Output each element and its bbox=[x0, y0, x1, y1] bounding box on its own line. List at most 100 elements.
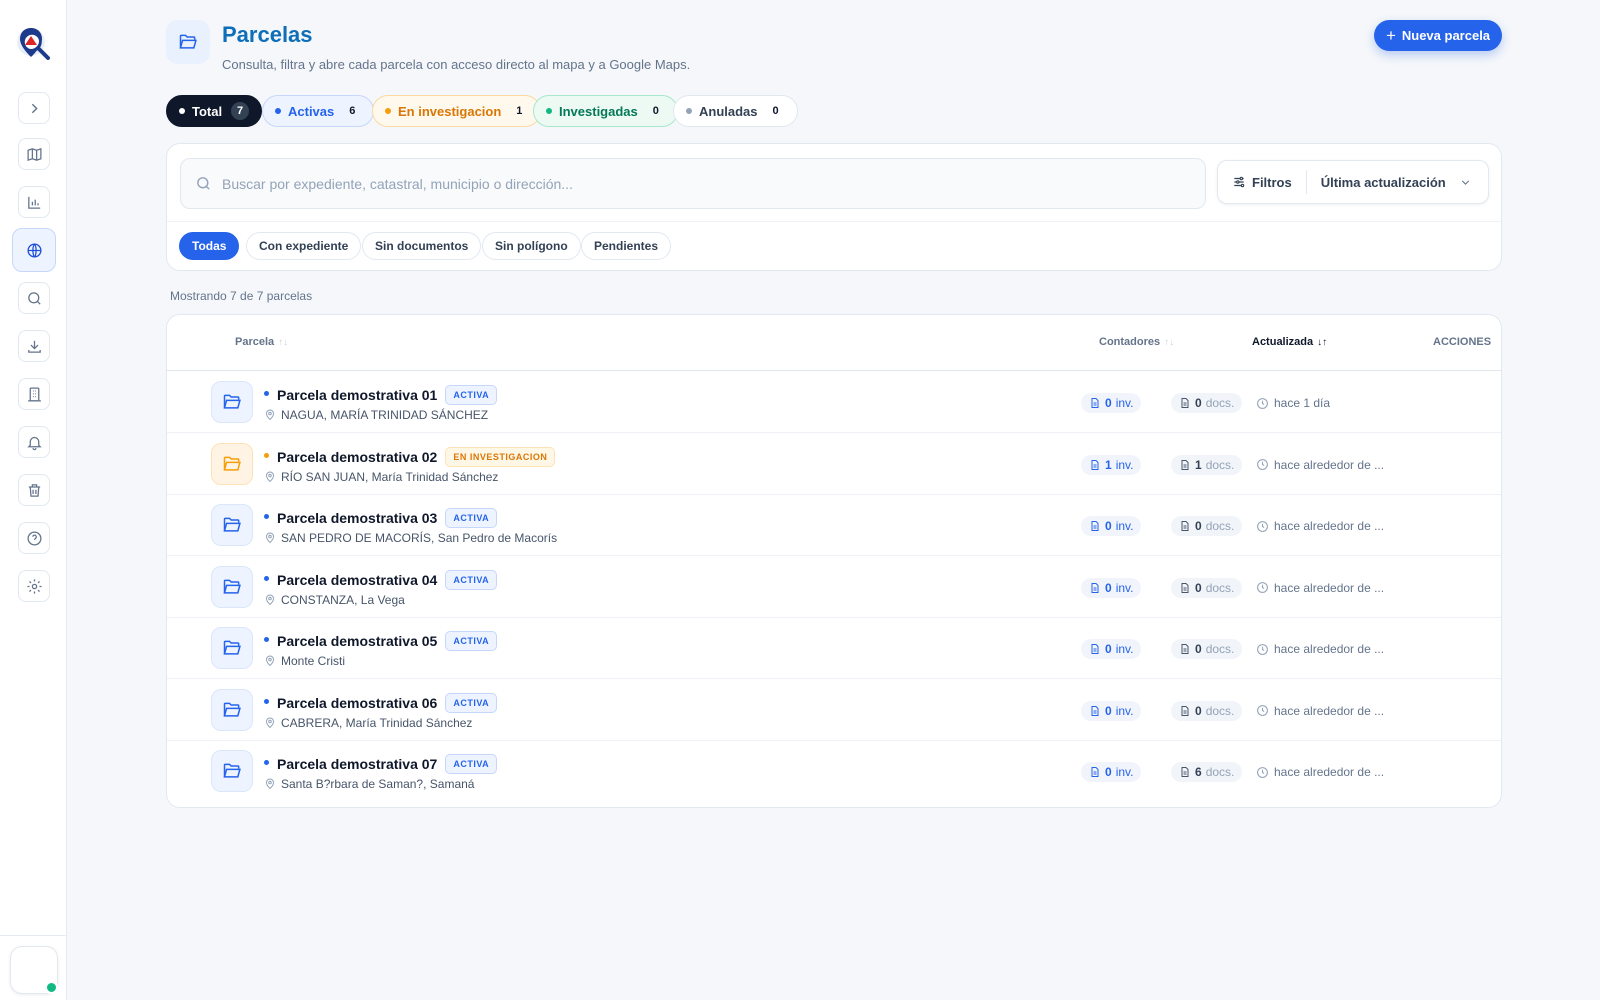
parcel-name[interactable]: Parcela demostrativa 01 bbox=[277, 387, 437, 403]
sidebar-item-buildings[interactable] bbox=[18, 378, 50, 410]
parcel-name[interactable]: Parcela demostrativa 02 bbox=[277, 449, 437, 465]
table-row[interactable]: Parcela demostrativa 06 ACTIVA CABRERA, … bbox=[167, 679, 1501, 741]
new-parcel-button[interactable]: + Nueva parcela bbox=[1374, 20, 1502, 51]
sidebar-expand-button[interactable] bbox=[18, 92, 50, 124]
file-icon bbox=[1091, 644, 1099, 654]
updated-time: hace alrededor de ... bbox=[1256, 519, 1384, 533]
parcel-name-line: Parcela demostrativa 04 ACTIVA bbox=[277, 569, 498, 590]
status-badge: ACTIVA bbox=[445, 631, 498, 651]
parcel-name[interactable]: Parcela demostrativa 06 bbox=[277, 695, 437, 711]
investigations-unit: inv. bbox=[1115, 580, 1134, 595]
status-badge: ACTIVA bbox=[445, 569, 498, 590]
map-pin-search-logo-icon bbox=[17, 28, 50, 60]
status-label: Activas bbox=[288, 103, 335, 119]
status-dot bbox=[385, 108, 391, 114]
sidebar-item-search[interactable] bbox=[18, 282, 50, 314]
sort-desc-icon: ↓↑ bbox=[1317, 336, 1328, 348]
sidebar-item-stats[interactable] bbox=[18, 186, 50, 218]
status-pill-investigadas[interactable]: Investigadas 0 bbox=[533, 95, 678, 127]
filter-card: Filtros Última actualización Todas Con e… bbox=[166, 143, 1502, 271]
results-count: Mostrando 7 de 7 parcelas bbox=[170, 289, 313, 303]
sidebar-item-settings[interactable] bbox=[18, 570, 50, 602]
investigations-counter: 0 inv. bbox=[1081, 516, 1142, 536]
documents-unit: docs. bbox=[1205, 765, 1235, 779]
column-label: Contadores bbox=[1099, 336, 1161, 348]
search-box[interactable] bbox=[180, 158, 1206, 209]
document-icon bbox=[1181, 582, 1189, 593]
investigations-unit: inv. bbox=[1115, 642, 1134, 656]
updated-time: hace alrededor de ... bbox=[1256, 765, 1384, 779]
sidebar-item-notifications[interactable] bbox=[18, 426, 50, 458]
filters-button[interactable]: Filtros bbox=[1218, 170, 1307, 194]
parcel-name-line: Parcela demostrativa 03 ACTIVA bbox=[277, 508, 498, 528]
sidebar-item-parcels[interactable] bbox=[12, 228, 56, 272]
parcel-name[interactable]: Parcela demostrativa 03 bbox=[277, 510, 437, 526]
column-parcela[interactable]: Parcela ↑↓ bbox=[235, 336, 288, 348]
building-icon bbox=[27, 386, 41, 402]
document-icon bbox=[1181, 398, 1189, 408]
plus-icon: + bbox=[1385, 26, 1396, 45]
investigations-counter: 0 inv. bbox=[1081, 393, 1142, 413]
status-badge: ACTIVA bbox=[445, 754, 498, 774]
sort-select[interactable]: Última actualización bbox=[1307, 175, 1488, 190]
chip-con-expediente[interactable]: Con expediente bbox=[246, 232, 362, 260]
sidebar-item-help[interactable] bbox=[18, 522, 50, 554]
column-acciones: ACCIONES bbox=[1433, 336, 1491, 348]
documents-unit: docs. bbox=[1205, 703, 1235, 718]
clock-icon bbox=[1257, 397, 1268, 409]
investigations-counter: 1 inv. bbox=[1081, 454, 1142, 475]
table-row[interactable]: Parcela demostrativa 05 ACTIVA Monte Cri… bbox=[167, 617, 1501, 679]
new-parcel-label: Nueva parcela bbox=[1401, 28, 1491, 43]
status-dot bbox=[275, 108, 281, 114]
sidebar-item-trash[interactable] bbox=[18, 474, 50, 506]
sidebar-item-map[interactable] bbox=[18, 138, 50, 170]
chip-sin-documentos[interactable]: Sin documentos bbox=[362, 232, 482, 260]
table-row[interactable]: Parcela demostrativa 01 ACTIVA NAGUA, MA… bbox=[167, 371, 1501, 433]
parcel-name-line: Parcela demostrativa 02 EN INVESTIGACION bbox=[277, 446, 556, 467]
map-pin-icon bbox=[265, 778, 275, 790]
chip-todas[interactable]: Todas bbox=[179, 232, 240, 260]
status-dot bbox=[264, 637, 269, 642]
clock-icon bbox=[1257, 766, 1268, 778]
page-subtitle: Consulta, filtra y abre cada parcela con… bbox=[222, 57, 691, 72]
sidebar-item-download[interactable] bbox=[18, 330, 50, 362]
document-icon bbox=[1181, 705, 1189, 716]
chip-pendientes[interactable]: Pendientes bbox=[581, 232, 672, 260]
status-pill-activas[interactable]: Activas 6 bbox=[262, 95, 375, 127]
status-pill-total[interactable]: Total 7 bbox=[166, 95, 263, 127]
column-actualizada[interactable]: Actualizada ↓↑ bbox=[1252, 336, 1327, 348]
documents-count: 0 bbox=[1195, 580, 1202, 595]
bell-icon bbox=[26, 436, 42, 450]
status-dot bbox=[264, 760, 269, 765]
investigations-count: 0 bbox=[1105, 519, 1112, 533]
download-icon bbox=[27, 340, 41, 353]
column-contadores[interactable]: Contadores ↑↓ bbox=[1099, 336, 1174, 348]
investigations-counter: 0 inv. bbox=[1081, 700, 1142, 721]
status-pill-anuladas[interactable]: Anuladas 0 bbox=[673, 95, 798, 127]
folder-open-icon bbox=[211, 381, 253, 423]
chip-sin-poligono[interactable]: Sin polígono bbox=[482, 232, 581, 260]
app-logo[interactable] bbox=[14, 24, 54, 64]
table-row[interactable]: Parcela demostrativa 07 ACTIVA Santa B?r… bbox=[167, 740, 1501, 802]
investigations-count: 0 bbox=[1105, 703, 1112, 718]
updated-text: hace alrededor de ... bbox=[1274, 642, 1385, 656]
status-pill-investigacion[interactable]: En investigacion 1 bbox=[372, 95, 542, 127]
table-row[interactable]: Parcela demostrativa 03 ACTIVA SAN PEDRO… bbox=[167, 494, 1501, 556]
page-folder-icon bbox=[166, 20, 210, 64]
folder-open-icon bbox=[211, 442, 253, 485]
parcel-location: CABRERA, María Trinidad Sánchez bbox=[264, 716, 472, 730]
parcel-name[interactable]: Parcela demostrativa 04 bbox=[277, 572, 437, 588]
status-dot bbox=[179, 108, 185, 114]
table-row[interactable]: Parcela demostrativa 04 ACTIVA CONSTANZA… bbox=[167, 556, 1501, 618]
table-row[interactable]: Parcela demostrativa 02 EN INVESTIGACION… bbox=[167, 433, 1501, 495]
parcel-name[interactable]: Parcela demostrativa 07 bbox=[277, 756, 437, 772]
status-dot bbox=[546, 108, 552, 114]
documents-count: 1 bbox=[1195, 457, 1202, 472]
parcel-name[interactable]: Parcela demostrativa 05 bbox=[277, 633, 437, 649]
parcel-name-line: Parcela demostrativa 01 ACTIVA bbox=[277, 385, 498, 405]
filter-sort-box: Filtros Última actualización bbox=[1217, 160, 1489, 204]
search-input[interactable] bbox=[222, 175, 1182, 192]
chevron-down-icon bbox=[1461, 179, 1470, 185]
status-dot bbox=[264, 514, 269, 519]
status-badge: ACTIVA bbox=[445, 692, 498, 713]
